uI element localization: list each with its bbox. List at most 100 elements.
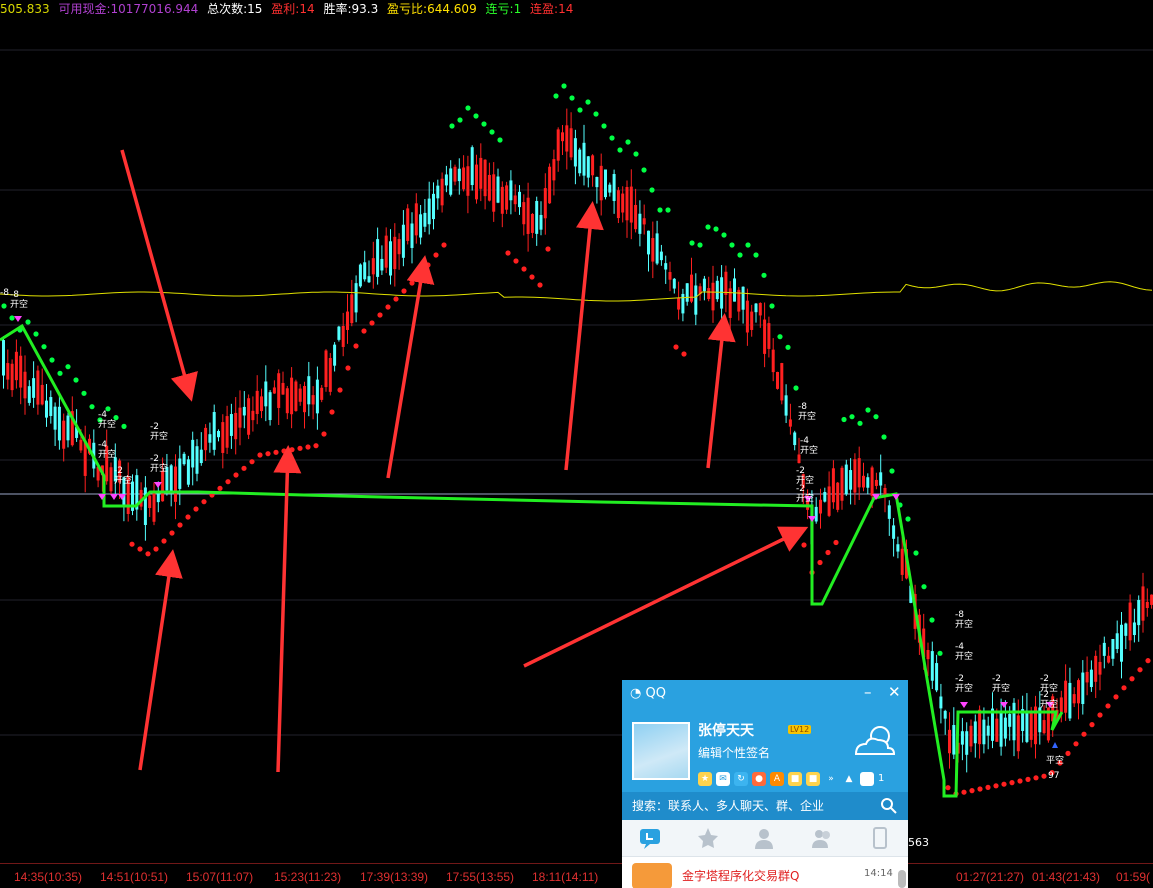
qq-panel[interactable]: ◔ QQ – ✕ 张停天天 LV12 编辑个性签名 ★ ✉ ↻ ● A ■ ■ » ▲ 1 金字塔… [622,680,908,888]
signature-field[interactable]: 编辑个性签名 [698,744,770,761]
candle-body [659,251,663,261]
x-tick-label: 17:39(13:39) [360,870,429,884]
candle-body [483,159,487,197]
candle-body [982,719,986,745]
avatar[interactable] [632,722,690,780]
sar-dot [337,387,343,393]
loss-streak-value: 连亏:1 [485,2,522,16]
candle-body [83,441,87,476]
search-input[interactable] [630,798,874,814]
user-name[interactable]: 张停天天 [698,720,754,740]
sar-dot [353,343,359,349]
sar-dot [585,99,591,105]
candle-body [522,202,526,225]
candle-body [629,186,633,223]
close-button[interactable]: ✕ [888,683,901,701]
chat-tab-icon[interactable] [638,826,662,850]
candle-body [513,195,517,205]
candle-body [23,371,27,399]
candle-body [1094,655,1098,682]
sar-dot [217,485,223,491]
sar-dot [721,232,727,238]
candle-body [453,166,457,182]
sar-dot [937,650,943,656]
candle-body [771,349,775,373]
more-icon[interactable]: » [824,772,838,786]
box-icon[interactable] [860,771,874,786]
candle-body [6,363,10,380]
sar-dot [681,351,687,357]
candle-body [604,169,607,198]
sar-dot [1113,694,1119,700]
candle-body [612,174,616,201]
sar-dot [49,357,55,363]
weather-icon[interactable] [850,720,898,760]
minimize-button[interactable]: – [864,683,872,701]
candle-body [745,300,749,333]
candle-body [608,184,612,193]
mail-icon[interactable]: ✉ [716,771,730,786]
list-item[interactable]: 金字塔程序化交易群Q 14:14 [622,858,908,888]
candle-body [169,465,173,493]
candle-body [862,475,865,488]
sar-dot [753,252,759,258]
app-icon[interactable]: A [770,771,784,786]
star-icon[interactable]: ★ [698,771,712,786]
candle-body [479,157,483,189]
candle-body [367,276,371,283]
candle-body [49,397,53,417]
sar-dot [225,479,231,485]
shirt-icon[interactable]: ▲ [842,772,856,786]
sar-dot [377,312,383,318]
candle-body [1111,639,1115,659]
candle-body [174,466,177,502]
colors-icon[interactable]: ● [752,771,766,786]
signal-label: -4 开空 [800,436,819,456]
candle-body [599,165,603,201]
sar-dot [481,121,487,127]
candle-body [212,412,216,450]
price-chart[interactable] [0,0,1153,864]
candle-body [1077,680,1080,704]
candle-body [999,711,1003,747]
candle-body [518,191,521,208]
candle-body [638,213,642,234]
sar-dot [1,303,7,309]
sar-dot [913,550,919,556]
contacts-tab-icon[interactable] [752,826,776,850]
groups-tab-icon[interactable] [810,826,834,850]
phone-tab-icon[interactable] [868,826,892,850]
candle-body [376,239,380,277]
scrollbar[interactable] [898,870,906,888]
signal-label: -4 开空 [955,642,974,662]
candle-body [509,180,513,201]
candle-body [664,263,668,270]
gift-icon[interactable]: ■ [806,771,820,786]
candle-body [543,188,547,219]
candle-body [715,280,719,300]
sar-dot [1009,780,1015,786]
sync-icon[interactable]: ↻ [734,771,748,786]
sar-dot [673,344,679,350]
candle-body [840,467,844,501]
search-icon[interactable] [880,797,898,815]
favorite-tab-icon[interactable] [696,826,720,850]
sar-dot [1137,667,1143,673]
candle-body [900,548,904,575]
sar-dot [841,416,847,423]
annotation-arrow [386,255,435,479]
candle-body [143,487,147,525]
sar-dot [1129,676,1135,682]
candle-body [776,371,779,389]
candle-body [1124,623,1128,636]
sar-dot [161,538,167,544]
candle-body [1003,717,1007,739]
price-label: -8 [0,288,9,298]
candle-body [668,272,672,280]
profit-ratio-value: 盈亏比:644.609 [387,2,477,16]
search-bar[interactable] [622,792,908,820]
x-tick-label: 01:27(21:27) [956,870,1025,884]
cart-icon[interactable]: ■ [788,771,802,786]
sar-dot [793,385,799,391]
sar-dot [33,331,39,337]
